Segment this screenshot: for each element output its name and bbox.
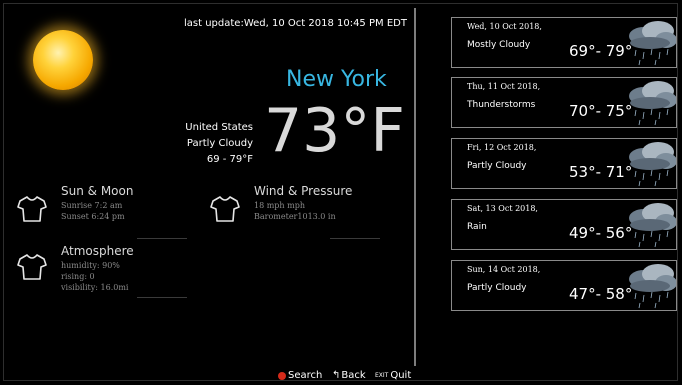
sunset-text: Sunset 6:24 pm bbox=[61, 212, 125, 221]
search-hint[interactable]: Search bbox=[278, 370, 322, 381]
visibility-text: visibility: 16.0mi bbox=[61, 283, 129, 292]
forecast-date: Sun, 14 Oct 2018, bbox=[467, 265, 541, 274]
forecast-card[interactable]: Thu, 11 Oct 2018, Thunderstorms 70°- 75° bbox=[451, 77, 677, 128]
panel-divider bbox=[414, 8, 416, 366]
atmosphere-title: Atmosphere bbox=[61, 244, 134, 258]
shirt-icon bbox=[17, 254, 47, 280]
shirt-icon bbox=[210, 196, 240, 222]
forecast-date: Wed, 10 Oct 2018, bbox=[467, 22, 542, 31]
red-key-icon bbox=[278, 371, 286, 380]
barometer-text: Barometer1013.0 in bbox=[254, 212, 336, 221]
forecast-condition: Mostly Cloudy bbox=[467, 40, 531, 50]
rain-cloud-icon bbox=[629, 81, 676, 126]
forecast-date: Fri, 12 Oct 2018, bbox=[467, 143, 537, 152]
back-label: Back bbox=[341, 370, 366, 381]
forecast-card[interactable]: Wed, 10 Oct 2018, Mostly Cloudy 69°- 79° bbox=[451, 17, 677, 68]
rain-cloud-icon bbox=[629, 21, 676, 66]
last-update-text: last update:Wed, 10 Oct 2018 10:45 PM ED… bbox=[184, 18, 407, 29]
rain-cloud-icon bbox=[629, 142, 676, 187]
country-label: United States bbox=[185, 122, 253, 133]
forecast-condition: Partly Cloudy bbox=[467, 283, 527, 293]
sunrise-text: Sunrise 7:2 am bbox=[61, 201, 123, 210]
weather-sun-icon bbox=[33, 30, 93, 90]
sun-moon-title: Sun & Moon bbox=[61, 184, 134, 198]
quit-hint[interactable]: EXIT Quit bbox=[375, 370, 411, 381]
search-label: Search bbox=[288, 370, 323, 381]
back-arrow-icon: ↰ bbox=[332, 370, 341, 381]
temp-range-label: 69 - 79°F bbox=[206, 154, 253, 165]
exit-key-icon: EXIT bbox=[375, 372, 389, 379]
forecast-card[interactable]: Fri, 12 Oct 2018, Partly Cloudy 53°- 71° bbox=[451, 138, 677, 189]
wind-pressure-title: Wind & Pressure bbox=[254, 184, 353, 198]
shirt-icon bbox=[17, 196, 47, 222]
separator bbox=[330, 238, 380, 239]
forecast-condition: Partly Cloudy bbox=[467, 161, 527, 171]
forecast-condition: Thunderstorms bbox=[467, 100, 536, 110]
rain-cloud-icon bbox=[629, 264, 676, 309]
forecast-date: Sat, 13 Oct 2018, bbox=[467, 204, 538, 213]
separator bbox=[137, 238, 187, 239]
separator bbox=[137, 297, 187, 298]
back-hint[interactable]: ↰ Back bbox=[332, 370, 366, 381]
forecast-card[interactable]: Sat, 13 Oct 2018, Rain 49°- 56° bbox=[451, 199, 677, 250]
wind-speed-text: 18 mph mph bbox=[254, 201, 305, 210]
rising-text: rising: 0 bbox=[61, 272, 95, 281]
forecast-condition: Rain bbox=[467, 222, 487, 232]
forecast-date: Thu, 11 Oct 2018, bbox=[467, 82, 541, 91]
city-name: New York bbox=[286, 67, 387, 92]
current-temperature: 73°F bbox=[264, 96, 405, 166]
quit-label: Quit bbox=[390, 370, 412, 381]
condition-label: Partly Cloudy bbox=[186, 138, 253, 149]
humidity-text: humidity: 90% bbox=[61, 261, 120, 270]
rain-cloud-icon bbox=[629, 203, 676, 248]
current-summary: United States Partly Cloudy 69 - 79°F bbox=[150, 120, 253, 168]
forecast-card[interactable]: Sun, 14 Oct 2018, Partly Cloudy 47°- 58° bbox=[451, 260, 677, 311]
